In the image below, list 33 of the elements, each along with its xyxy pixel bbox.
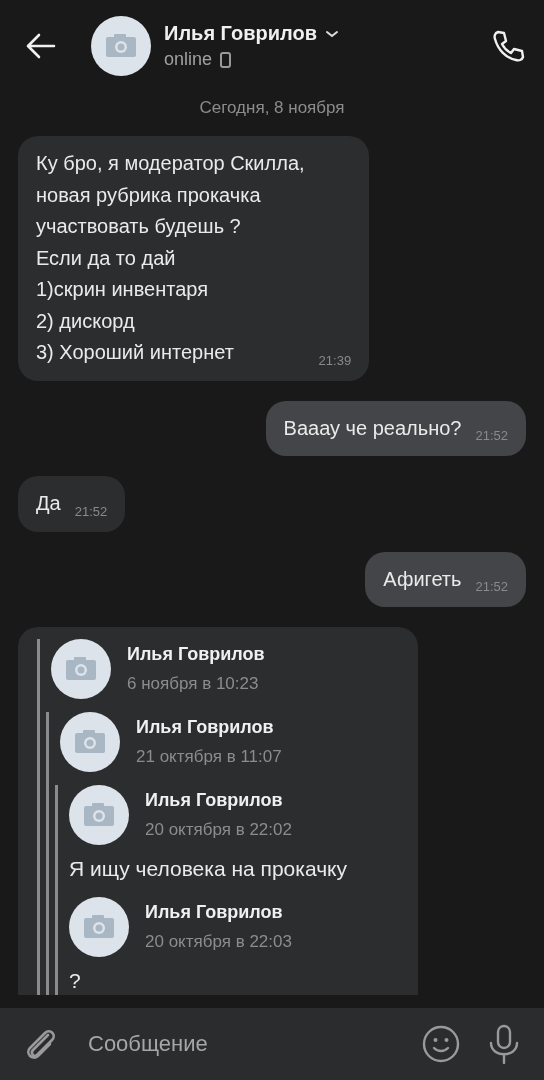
microphone-icon[interactable] <box>488 1024 520 1064</box>
avatar-icon <box>69 785 129 845</box>
message-time: 21:39 <box>318 353 352 367</box>
avatar-icon <box>91 16 151 76</box>
contact-status: online <box>164 49 213 70</box>
message-text: Афигеть <box>383 566 462 592</box>
author-name[interactable]: Илья Говрилов <box>145 788 292 812</box>
message-date: 20 октября в 22:03 <box>145 931 292 953</box>
message-composer[interactable]: Сообщение <box>0 1008 544 1080</box>
message-time: 21:52 <box>475 580 508 593</box>
chevron-down-icon[interactable] <box>324 28 339 39</box>
message-text: Вааау че реально? <box>283 415 462 441</box>
message-date: 20 октября в 22:02 <box>145 819 292 841</box>
message-input[interactable]: Сообщение <box>86 1023 422 1065</box>
message-text: Я ищу человека на прокачку <box>69 856 348 882</box>
message-text: Да <box>36 491 61 516</box>
phone-call-icon[interactable] <box>490 28 526 64</box>
message-text: Ку бро, я модератор Скилла, новая рубрика прокачка участвовать будешь ? Если да то дай 1)скрин инвентаря 2) дискорд 3) Хороший интернет <box>36 151 305 365</box>
avatar-icon <box>60 712 120 772</box>
smiley-icon[interactable] <box>422 1025 460 1063</box>
author-name[interactable]: Илья Говрилов <box>127 642 265 666</box>
avatar-icon <box>51 639 111 699</box>
avatar-icon <box>69 897 129 957</box>
author-name[interactable]: Илья Говрилов <box>136 715 282 739</box>
contact-name[interactable]: Илья Говрилов <box>164 22 317 45</box>
message-date: 21 октября в 11:07 <box>136 746 282 768</box>
author-name[interactable]: Илья Говрилов <box>145 900 292 924</box>
phone-device-icon <box>220 51 232 68</box>
message-time: 21:52 <box>74 504 108 518</box>
message-date: 6 ноября в 10:23 <box>127 673 260 695</box>
date-separator: Сегодня, 8 ноября <box>199 98 345 118</box>
message-time: 21:52 <box>475 429 508 442</box>
message-text: ? <box>69 968 82 994</box>
